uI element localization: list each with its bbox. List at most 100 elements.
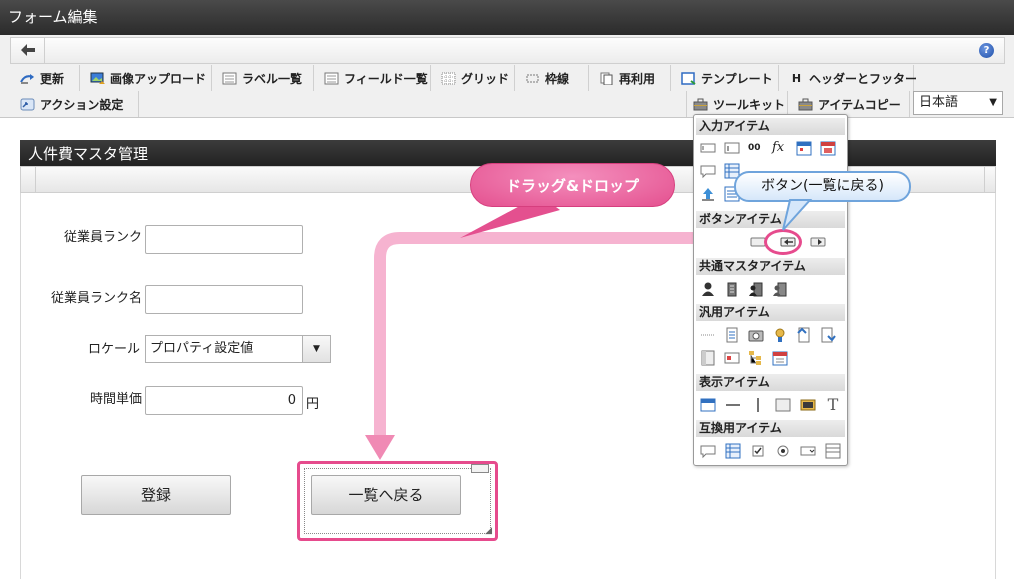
lookup-icon[interactable]: [772, 327, 788, 343]
image-upload-icon: [90, 72, 105, 84]
public-group-icon[interactable]: [772, 281, 788, 297]
button-items-header: ボタンアイテム: [696, 211, 845, 228]
border-button[interactable]: 枠線: [519, 65, 589, 91]
date-picker-icon[interactable]: [796, 140, 812, 156]
employee-rank-input[interactable]: [145, 225, 303, 254]
compatibility-items-header: 互換用アイテム: [696, 420, 845, 437]
header-footer-label: ヘッダーとフッター: [809, 71, 918, 86]
panel-icon[interactable]: [700, 350, 716, 366]
toolkit-panel: 入力アイテム 00 fx ボタンアイテム 共通マスタアイテム 汎用アイテム 表示…: [693, 114, 848, 466]
camera-icon[interactable]: [748, 327, 764, 343]
register-button[interactable]: 登録: [81, 475, 231, 515]
locale-select[interactable]: プロパティ設定値 ▼: [145, 335, 331, 363]
common-master-items-header: 共通マスタアイテム: [696, 258, 845, 275]
image-card-icon[interactable]: [724, 350, 740, 366]
template-label: テンプレート: [701, 71, 773, 86]
display-items-header: 表示アイテム: [696, 374, 845, 391]
copy-icon: [600, 72, 613, 85]
common-master-items-row: [700, 281, 788, 297]
forward-button-icon[interactable]: [810, 234, 826, 250]
label-list-button[interactable]: ラベル一覧: [216, 65, 314, 91]
user-icon[interactable]: [700, 281, 716, 297]
text-field-icon[interactable]: [724, 140, 740, 156]
employee-rank-name-label: 従業員ランク名: [50, 291, 142, 306]
list-icon: [222, 72, 237, 84]
display-items-row: T: [700, 397, 841, 413]
field-list-button[interactable]: フィールド一覧: [318, 65, 431, 91]
list-icon: [324, 72, 339, 84]
toolbar: ? 更新 画像アップロード ラベル一覧 フィールド一覧 グリッド 枠線 再利用 …: [0, 35, 1014, 118]
checkbox-icon[interactable]: [750, 443, 766, 459]
template-icon: [681, 71, 696, 85]
action-icon: [20, 98, 35, 110]
refresh-icon: [20, 73, 34, 84]
tree-icon[interactable]: [748, 350, 764, 366]
user-organization-icon[interactable]: [748, 281, 764, 297]
update-button[interactable]: 更新: [14, 65, 80, 91]
template-button[interactable]: テンプレート: [675, 65, 779, 91]
locale-label: ロケール: [87, 342, 140, 357]
input-items-row: 00 fx: [700, 140, 836, 156]
calendar-icon[interactable]: [772, 350, 788, 366]
formula-icon[interactable]: fx: [772, 140, 788, 156]
back-to-list-button[interactable]: 一覧へ戻る: [311, 475, 461, 515]
general-items-header: 汎用アイテム: [696, 304, 845, 321]
help-icon[interactable]: ?: [979, 43, 994, 58]
input-items-header: 入力アイテム: [696, 118, 845, 135]
page-down-icon[interactable]: [820, 327, 836, 343]
comment-icon[interactable]: [700, 443, 716, 459]
action-settings-label: アクション設定: [40, 97, 124, 112]
compatibility-items-row: [700, 443, 841, 459]
drag-drop-badge: ドラッグ&ドロップ: [470, 163, 675, 207]
separator-icon[interactable]: [700, 327, 716, 343]
general-items-row: [700, 327, 836, 343]
grid-label: グリッド: [461, 71, 510, 86]
border-label: 枠線: [545, 71, 570, 86]
vertical-line-icon[interactable]: [750, 397, 766, 413]
image-icon[interactable]: [800, 397, 816, 413]
number-field-icon[interactable]: 00: [748, 140, 764, 156]
hourly-rate-input[interactable]: 0: [145, 386, 303, 415]
datetime-picker-icon[interactable]: [820, 140, 836, 156]
general-items-row-2: [700, 350, 788, 366]
language-select[interactable]: 日本語 ▼: [913, 91, 1003, 115]
document-icon[interactable]: [724, 327, 740, 343]
employee-rank-name-input[interactable]: [145, 285, 303, 314]
grid-button[interactable]: グリッド: [435, 65, 515, 91]
header-icon: H: [791, 71, 802, 85]
list-select-icon[interactable]: [825, 443, 841, 459]
label-field-icon[interactable]: [700, 140, 716, 156]
resize-grip-icon[interactable]: ◢: [485, 526, 492, 536]
comment-icon[interactable]: [700, 163, 716, 179]
employee-rank-label: 従業員ランク: [63, 230, 142, 245]
chevron-down-icon[interactable]: ▼: [302, 336, 330, 362]
horizontal-line-icon[interactable]: [725, 397, 741, 413]
back-button[interactable]: [11, 38, 45, 63]
select-icon[interactable]: [800, 443, 816, 459]
window-title: フォーム編集: [0, 0, 1014, 35]
table-icon[interactable]: [725, 443, 741, 459]
box-icon[interactable]: [775, 397, 791, 413]
toolbox-icon: [693, 98, 708, 110]
text-icon[interactable]: T: [825, 397, 841, 413]
image-upload-label: 画像アップロード: [110, 71, 207, 86]
language-value: 日本語: [919, 95, 959, 110]
chevron-down-icon: ▼: [989, 97, 997, 108]
divider: [995, 193, 996, 579]
upload-icon[interactable]: [700, 186, 716, 202]
organization-icon[interactable]: [724, 281, 740, 297]
header-footer-button[interactable]: H ヘッダーとフッター: [783, 65, 918, 91]
item-handle-icon[interactable]: [471, 464, 489, 473]
radio-icon[interactable]: [775, 443, 791, 459]
reuse-label: 再利用: [619, 71, 656, 86]
image-upload-button[interactable]: 画像アップロード: [84, 65, 212, 91]
highlight-ring: [764, 229, 802, 255]
page-up-icon[interactable]: [796, 327, 812, 343]
toolbox-icon: [798, 98, 813, 110]
border-icon: [526, 74, 539, 82]
header-bar-icon[interactable]: [700, 397, 716, 413]
reuse-button[interactable]: 再利用: [593, 65, 671, 91]
action-settings-button[interactable]: アクション設定: [14, 91, 139, 117]
toolkit-label: ツールキット: [713, 97, 786, 112]
item-copy-label: アイテムコピー: [818, 97, 901, 112]
